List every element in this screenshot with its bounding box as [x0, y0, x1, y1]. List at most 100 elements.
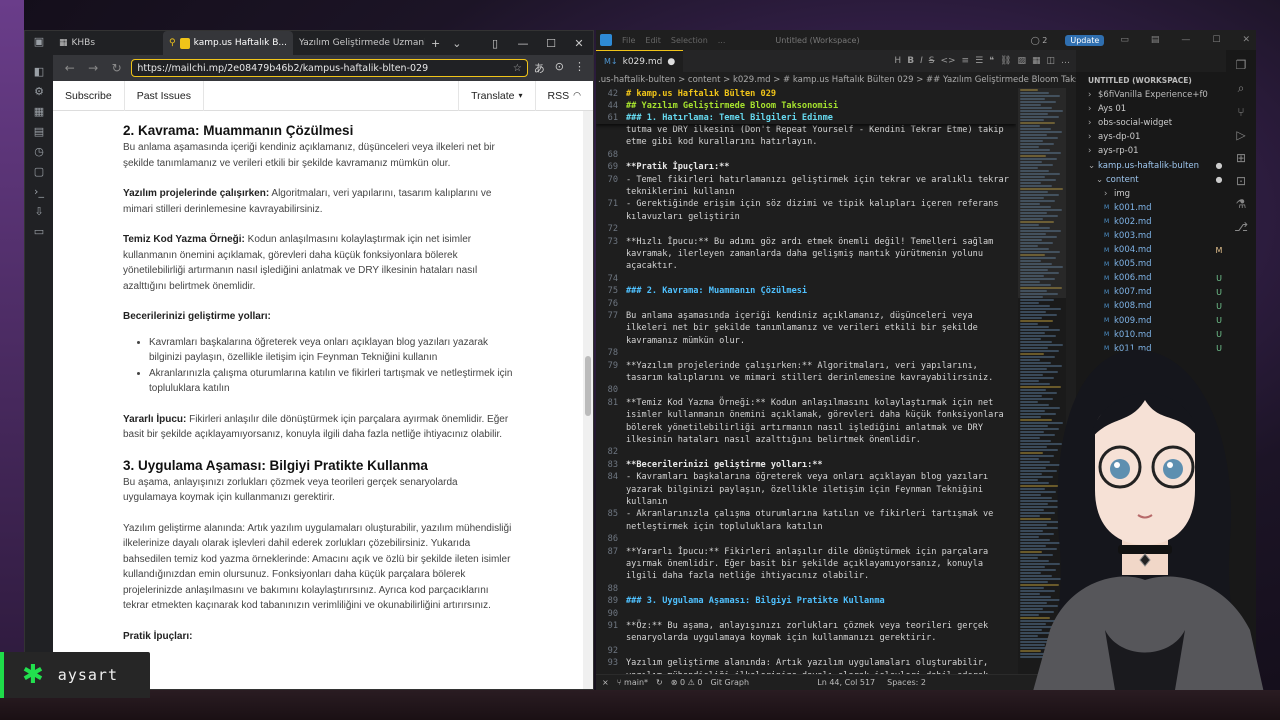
code-line[interactable]: ayırmak önemlidir. Eğer basit bir şekild…: [596, 558, 1016, 570]
strike-icon[interactable]: S: [929, 56, 935, 66]
file-item[interactable]: Mk007.md U: [1076, 285, 1226, 299]
table-icon[interactable]: ▦: [1032, 56, 1041, 66]
scrollbar-thumb[interactable]: [585, 356, 591, 416]
reader-icon[interactable]: ⊙: [555, 60, 564, 76]
update-button[interactable]: Update: [1065, 34, 1105, 46]
sticky-scroll[interactable]: 42 # kamp.us Haftalık Bülten 029 44 ## Yazı…: [596, 88, 1016, 124]
minimize-button[interactable]: —: [509, 37, 537, 50]
menu-edit[interactable]: Edit: [645, 36, 661, 45]
code-line[interactable]: 80: [596, 384, 1016, 396]
layout-icon[interactable]: ▭: [1114, 35, 1135, 45]
folder-item[interactable]: ⌄ content ●: [1076, 173, 1226, 187]
list-icon[interactable]: ≡: [962, 56, 970, 66]
code-line[interactable]: 70 - Temel fikirleri hatırlamanızı gelişt…: [596, 174, 1016, 186]
tab-list-icon[interactable]: ⌄: [446, 37, 467, 50]
file-item[interactable]: Mk002.md: [1076, 215, 1226, 229]
code-line[interactable]: yazarak bilginizi paylaşın, özellikle il…: [596, 484, 1016, 496]
folder-item[interactable]: › ays-rp-01: [1076, 144, 1226, 158]
explorer-title[interactable]: UNTITLED (WORKSPACE): [1076, 72, 1226, 88]
code-line[interactable]: kılavuzları geliştirin: [596, 211, 1016, 223]
link-icon[interactable]: ⛓: [1000, 56, 1011, 66]
code-line[interactable]: açacaktır.: [596, 260, 1016, 272]
folder-item[interactable]: › Ays 01: [1076, 102, 1226, 116]
heading-icon[interactable]: H: [894, 56, 901, 66]
code-line[interactable]: 74: [596, 273, 1016, 285]
code-icon[interactable]: <>: [940, 56, 955, 66]
code-line[interactable]: 77 Bu anlama aşamasında içeriği kendiniz …: [596, 310, 1016, 322]
panel-icon[interactable]: ▤: [1145, 35, 1166, 45]
code-line[interactable]: 90: [596, 608, 1016, 620]
minimap-slider[interactable]: [1018, 88, 1066, 298]
tab-khbs[interactable]: ▦ KHBs: [53, 31, 163, 55]
italic-icon[interactable]: I: [920, 56, 923, 66]
history-icon[interactable]: ◷: [25, 141, 53, 161]
maximize-button[interactable]: ☐: [537, 37, 565, 50]
code-line[interactable]: tutma ve DRY ilkesini (Don't Repeat Your…: [596, 124, 1016, 136]
code-line[interactable]: isimler kullanmanın önemini açıklamak, g…: [596, 409, 1016, 421]
code-line[interactable]: 72: [596, 223, 1016, 235]
sticky-line[interactable]: 44 ## Yazılım Geliştirmede Bloom Taksonom…: [596, 100, 1016, 112]
menu-selection[interactable]: Selection: [671, 36, 708, 45]
code-line[interactable]: bölerek yönetilebilirliği artırmanın nas…: [596, 422, 1016, 434]
more-icon[interactable]: …: [1061, 56, 1070, 66]
sticky-line[interactable]: 61 ### 1. Hatırlama: Temel Bilgileri Edin…: [596, 112, 1016, 124]
star-icon[interactable]: ☆: [513, 63, 522, 74]
remote-icon[interactable]: ⊡: [1236, 174, 1246, 188]
workspace-title[interactable]: Untitled (Workspace): [775, 36, 859, 45]
minimize-button[interactable]: —: [1175, 35, 1196, 45]
code-line[interactable]: kavramanız mümkün olur.: [596, 335, 1016, 347]
maximize-button[interactable]: ☐: [1206, 35, 1226, 45]
code-line[interactable]: 78: [596, 347, 1016, 359]
code-line[interactable]: 69 **Pratik İpuçları:**: [596, 161, 1016, 173]
extensions-icon[interactable]: ⚙: [25, 81, 53, 101]
folder-item[interactable]: › ays-dp-01: [1076, 130, 1226, 144]
branch-indicator[interactable]: ⑂ main*: [617, 678, 648, 687]
url-input[interactable]: https://mailchi.mp/2e08479b46b2/kampus-h…: [131, 59, 528, 77]
code-line[interactable]: 79 **Yazılım projelerinde çalışırken:** A…: [596, 360, 1016, 372]
source-control-icon[interactable]: ⑂: [1237, 105, 1244, 119]
code-line[interactable]: 83 **Becerilerinizi geliştirme yolları:**: [596, 459, 1016, 471]
problems-indicator[interactable]: ⊗ 0 ⚠ 0: [671, 678, 703, 687]
new-tab-button[interactable]: +: [425, 37, 446, 50]
sticky-line[interactable]: 42 # kamp.us Haftalık Bülten 029: [596, 88, 1016, 100]
git-graph-icon[interactable]: ⎇: [1234, 220, 1248, 234]
folder-item[interactable]: › img: [1076, 187, 1226, 201]
indentation[interactable]: Spaces: 2: [887, 678, 926, 687]
accounts-icon[interactable]: ◯ 2: [1031, 36, 1048, 45]
back-button[interactable]: ←: [61, 61, 78, 75]
menu-file[interactable]: File: [622, 36, 635, 45]
folder-item[interactable]: ⌄ kamp.us-haftalik-bulten ●: [1076, 158, 1226, 172]
grid-icon[interactable]: ▦: [25, 101, 53, 121]
folder-item[interactable]: › obs-social-widget: [1076, 116, 1226, 130]
folder-item[interactable]: › $6fiVanilla Experience+f0: [1076, 88, 1226, 102]
git-graph-link[interactable]: Git Graph: [710, 678, 749, 687]
file-item[interactable]: Mk006.md U: [1076, 271, 1226, 285]
code-line[interactable]: etme gibi kod kurallarını hatırlayın.: [596, 136, 1016, 148]
code-line[interactable]: senaryolarda uygulamaya koymak için kull…: [596, 632, 1016, 644]
file-item[interactable]: Mk008.md U: [1076, 299, 1226, 313]
translate-icon[interactable]: あ: [534, 60, 545, 76]
code-line[interactable]: 86: [596, 533, 1016, 545]
file-item[interactable]: Mk004.md M: [1076, 243, 1226, 257]
file-item[interactable]: Mk001.md: [1076, 201, 1226, 215]
code-line[interactable]: 68: [596, 149, 1016, 161]
close-button[interactable]: ✕: [1236, 35, 1256, 45]
bold-icon[interactable]: B: [907, 56, 914, 66]
files-icon[interactable]: ❐: [1236, 58, 1247, 72]
terminal-icon[interactable]: ›_: [25, 181, 53, 201]
code-line[interactable]: 84 - Kavramları başkalarına öğreterek vey…: [596, 471, 1016, 483]
tab-k029[interactable]: M↓ k029.md ●: [596, 50, 684, 72]
code-line[interactable]: 87 **Yararlı İpucu:** Fikirleri anlaşılır…: [596, 546, 1016, 558]
file-item[interactable]: Mk009.md U: [1076, 314, 1226, 328]
file-item[interactable]: Mk003.md: [1076, 229, 1226, 243]
notes-icon[interactable]: ▢: [25, 161, 53, 181]
code-line[interactable]: kullanın: [596, 496, 1016, 508]
code-line[interactable]: 85 - Akranlarınızla çalışma oturumlarına …: [596, 508, 1016, 520]
code-editor[interactable]: 42 # kamp.us Haftalık Bülten 029 44 ## Yazı…: [596, 88, 1016, 674]
ordered-list-icon[interactable]: ☰: [975, 56, 983, 66]
bookmark-icon[interactable]: ◧: [25, 61, 53, 81]
folder-icon[interactable]: ▭: [25, 221, 53, 241]
code-line[interactable]: 93 Yazılım geliştirme alanında: Artık yaz…: [596, 657, 1016, 669]
code-line[interactable]: ilgili daha fazla netliğe ihtiyacınız ol…: [596, 570, 1016, 582]
sidebar-toggle-icon[interactable]: ▣: [25, 31, 53, 51]
